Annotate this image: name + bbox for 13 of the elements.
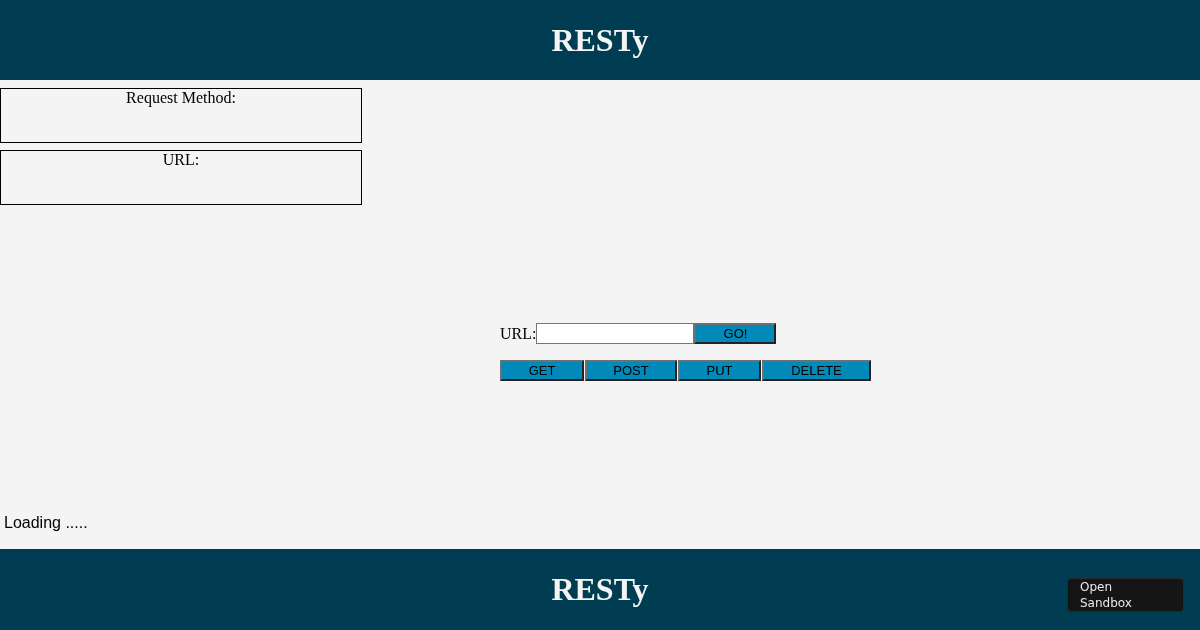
go-button[interactable]: GO!	[694, 323, 777, 344]
app-title: RESTy	[551, 21, 649, 59]
loading-text: Loading .....	[4, 514, 88, 532]
method-button[interactable]: GET	[500, 360, 584, 381]
url-input[interactable]	[536, 323, 695, 344]
method-button[interactable]: PUT	[678, 360, 761, 381]
open-sandbox-button[interactable]: Open Sandbox	[1067, 578, 1184, 612]
method-button[interactable]: POST	[585, 360, 677, 381]
panel-label: URL:	[162, 151, 200, 169]
url-label: URL:	[500, 324, 537, 343]
footer-title: RESTy	[551, 569, 649, 608]
panel-label: Request Method:	[126, 89, 236, 107]
method-button[interactable]: DELETE	[762, 360, 871, 381]
